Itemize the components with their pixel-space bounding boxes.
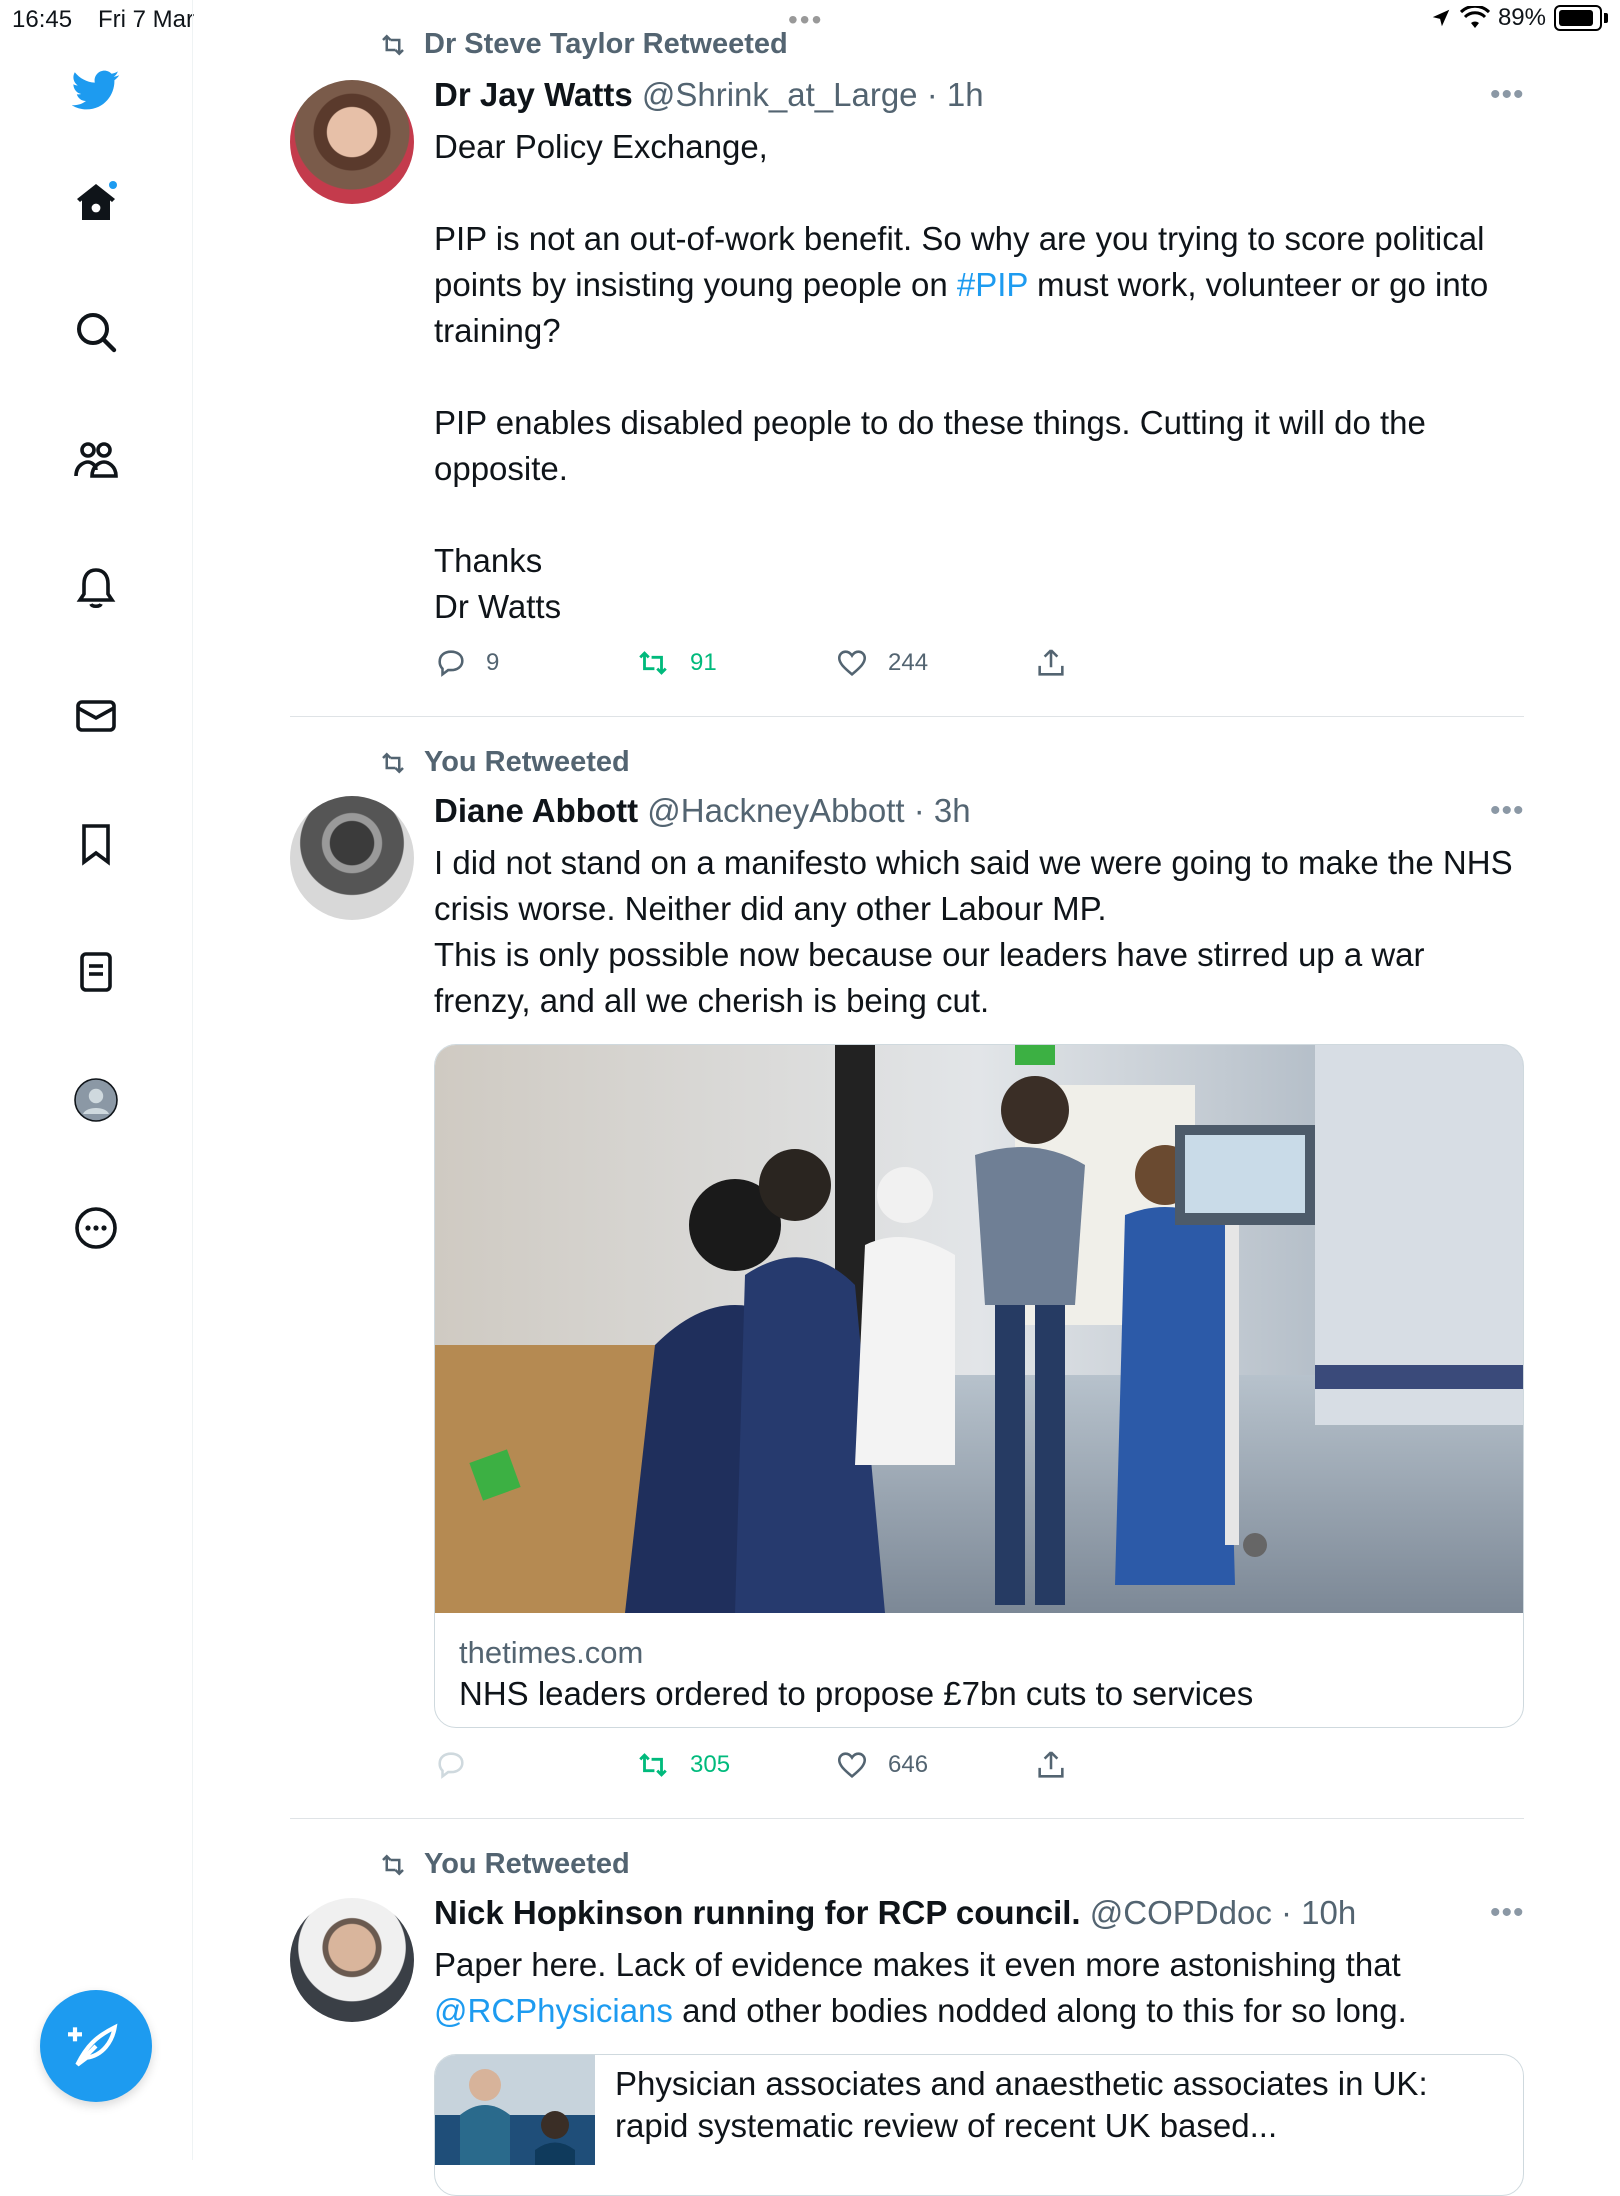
share-button[interactable] xyxy=(1034,646,1068,680)
twitter-bird-icon[interactable] xyxy=(66,60,126,120)
communities-icon[interactable] xyxy=(66,430,126,490)
tweet-text: I did not stand on a manifesto which sai… xyxy=(434,844,1513,1019)
card-title: Physician associates and anaesthetic ass… xyxy=(615,2065,1428,2144)
hospital-ward-photo xyxy=(435,1045,1523,1613)
link-card[interactable]: thetimes.com NHS leaders ordered to prop… xyxy=(434,1044,1524,1728)
tweet-actions: 305 646 xyxy=(434,1748,1074,1788)
heart-icon xyxy=(837,1752,867,1778)
bookmark-icon[interactable] xyxy=(66,814,126,874)
like-button[interactable]: 244 xyxy=(834,646,928,680)
retweet-context: You Retweeted xyxy=(376,1848,630,1881)
tweet-divider xyxy=(290,1818,1524,1819)
share-button[interactable] xyxy=(1034,1748,1068,1782)
retweet-icon xyxy=(382,33,404,56)
profile-avatar-icon[interactable] xyxy=(66,1070,126,1130)
tweet-text: Dear Policy Exchange, PIP is not an out-… xyxy=(434,128,1489,625)
sidebar-nav xyxy=(0,0,193,2160)
author-handle[interactable]: @Shrink_at_Large xyxy=(642,76,918,113)
heart-icon xyxy=(837,650,867,676)
retweet-icon xyxy=(382,1853,404,1876)
like-button[interactable]: 646 xyxy=(834,1748,928,1782)
tweet-time[interactable]: · 3h xyxy=(914,792,971,829)
card-title: NHS leaders ordered to propose £7bn cuts… xyxy=(459,1675,1254,1712)
retweet-icon xyxy=(639,1753,667,1777)
avatar[interactable] xyxy=(290,80,414,204)
author-handle[interactable]: @COPDdoc xyxy=(1090,1894,1272,1931)
home-icon[interactable] xyxy=(66,172,126,232)
author-name[interactable]: Diane Abbott xyxy=(434,792,638,829)
author-handle[interactable]: @HackneyAbbott xyxy=(647,792,904,829)
share-icon xyxy=(1038,1751,1064,1778)
compose-feather-icon xyxy=(68,2023,118,2067)
tweet-text: Paper here. Lack of evidence makes it ev… xyxy=(434,1946,1407,2029)
tweet-divider xyxy=(290,716,1524,717)
hashtag-link[interactable]: #PIP xyxy=(957,266,1028,303)
timeline-feed: Dr Steve Taylor Retweeted Dr Jay Watts @… xyxy=(290,0,1525,2196)
more-options-icon[interactable]: ••• xyxy=(1490,78,1525,112)
reply-icon xyxy=(438,650,464,677)
search-icon[interactable] xyxy=(66,302,126,362)
more-options-icon[interactable]: ••• xyxy=(1490,1896,1525,1930)
reply-button[interactable] xyxy=(434,1748,468,1782)
avatar[interactable] xyxy=(290,1898,414,2022)
avatar[interactable] xyxy=(290,796,414,920)
retweet-icon xyxy=(382,751,404,774)
messages-envelope-icon[interactable] xyxy=(66,686,126,746)
battery-icon xyxy=(1554,5,1602,31)
more-options-icon[interactable]: ••• xyxy=(1490,794,1525,828)
share-icon xyxy=(1038,649,1064,676)
retweet-icon xyxy=(639,651,667,675)
card-thumbnail xyxy=(435,2055,595,2165)
link-card[interactable]: Physician associates and anaesthetic ass… xyxy=(434,2054,1524,2196)
retweet-button[interactable]: 305 xyxy=(634,1748,730,1782)
retweet-context: Dr Steve Taylor Retweeted xyxy=(376,28,788,61)
more-circle-icon[interactable] xyxy=(66,1198,126,1258)
compose-tweet-button[interactable] xyxy=(40,1990,152,2102)
card-image xyxy=(435,1045,1523,1613)
tweet-header: Dr Jay Watts @Shrink_at_Large · 1h xyxy=(434,76,984,114)
card-domain: thetimes.com xyxy=(459,1635,644,1670)
retweet-button[interactable]: 91 xyxy=(634,646,717,680)
reply-icon xyxy=(438,1752,464,1779)
author-name[interactable]: Dr Jay Watts xyxy=(434,76,633,113)
mention-link[interactable]: @RCPhysicians xyxy=(434,1992,673,2029)
lists-icon[interactable] xyxy=(66,942,126,1002)
tweet-header: Nick Hopkinson running for RCP council. … xyxy=(434,1894,1356,1932)
tweet-time[interactable]: · 10h xyxy=(1281,1894,1356,1931)
tweet-time[interactable]: · 1h xyxy=(927,76,984,113)
notifications-bell-icon[interactable] xyxy=(66,558,126,618)
tweet-header: Diane Abbott @HackneyAbbott · 3h xyxy=(434,792,971,830)
reply-button[interactable]: 9 xyxy=(434,646,499,680)
retweet-context: You Retweeted xyxy=(376,746,630,779)
author-name[interactable]: Nick Hopkinson running for RCP council. xyxy=(434,1894,1081,1931)
tweet-actions: 9 91 244 xyxy=(434,646,1074,686)
